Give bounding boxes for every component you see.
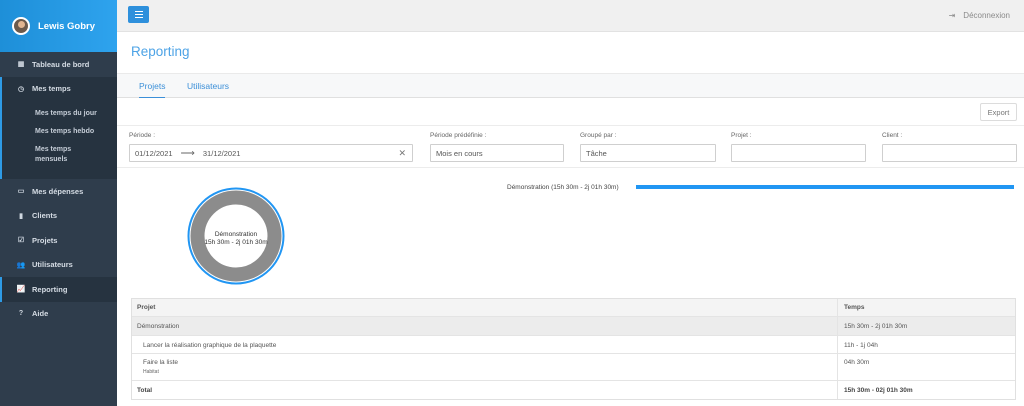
logout-link[interactable]: ⇥ Déconnexion xyxy=(949,11,1010,20)
task-name: Faire la liste xyxy=(143,359,179,366)
predef-select[interactable]: Mois en cours xyxy=(430,144,564,162)
money-icon: ▭ xyxy=(17,188,25,196)
export-button[interactable]: Export xyxy=(980,103,1017,121)
sidebar-item-projets[interactable]: ☑ Projets xyxy=(0,228,117,253)
logout-label: Déconnexion xyxy=(963,11,1010,20)
sidebar-item-clients[interactable]: ▮ Clients xyxy=(0,204,117,229)
pie-slice-name: Démonstration xyxy=(214,231,258,238)
sidebar-item-label: Mes dépenses xyxy=(32,186,84,196)
report-table: Projet Temps Démonstration 15h 30m - 2j … xyxy=(131,298,1016,400)
projet-label: Projet : xyxy=(731,132,752,139)
predef-value: Mois en cours xyxy=(436,148,483,158)
sidebar-item-label: Aide xyxy=(32,309,49,319)
sidebar-item-depenses[interactable]: ▭ Mes dépenses xyxy=(0,179,117,204)
task-time: 04h 30m xyxy=(844,359,870,366)
projet-select[interactable] xyxy=(731,144,866,162)
sidebar-item-dashboard[interactable]: ▦ Tableau de bord xyxy=(0,52,117,77)
group-select[interactable]: Tâche xyxy=(580,144,716,162)
table-row-total: Total 15h 30m - 02j 01h 30m xyxy=(132,381,1015,399)
client-label: Client : xyxy=(882,132,903,139)
client-select[interactable] xyxy=(882,144,1017,162)
group-name: Démonstration xyxy=(132,316,838,336)
pie-slice-label: Démonstration 15h 30m - 2j 01h 30m xyxy=(187,231,285,247)
divider xyxy=(117,125,1024,126)
topbar: ⇥ Déconnexion xyxy=(117,0,1024,32)
task-name: Lancer la réalisation graphique de la pl… xyxy=(132,336,838,354)
sidebar-item-reporting[interactable]: 📈 Reporting xyxy=(0,277,117,302)
question-icon: ? xyxy=(18,310,24,318)
submenu-item-mensuels[interactable]: Mes temps mensuels xyxy=(0,145,100,165)
sidebar-item-label: Projets xyxy=(32,235,58,245)
table-row[interactable]: Lancer la réalisation graphique de la pl… xyxy=(132,336,1015,354)
hamburger-icon xyxy=(134,11,143,13)
sidebar-item-label: Tableau de bord xyxy=(32,59,90,69)
predef-label: Période prédéfinie : xyxy=(430,132,487,139)
mes-temps-submenu: Mes temps du jour Mes temps hebdo Mes te… xyxy=(0,101,117,179)
checklist-icon: ☑ xyxy=(17,237,25,245)
menu-toggle-button[interactable] xyxy=(128,6,149,23)
avatar xyxy=(12,17,30,35)
total-label: Total xyxy=(132,381,838,399)
tabs: Projets Utilisateurs xyxy=(117,74,1024,99)
hamburger-line xyxy=(134,13,143,16)
user-name: Lewis Gobry xyxy=(38,20,96,32)
clock-icon: ◷ xyxy=(17,85,25,93)
tab-utilisateurs[interactable]: Utilisateurs xyxy=(187,81,229,91)
bar-demonstration[interactable] xyxy=(636,185,1014,189)
sidebar-item-label: Mes temps xyxy=(32,84,71,94)
periode-label: Période : xyxy=(129,132,156,139)
arrow-right-icon: ⟶ xyxy=(180,147,195,159)
sidebar-item-mes-temps[interactable]: ◷ Mes temps xyxy=(0,76,117,101)
table-header: Projet Temps xyxy=(132,298,1015,317)
chart-icon: 📈 xyxy=(16,286,26,294)
tab-projets[interactable]: Projets xyxy=(139,81,166,99)
bar-label: Démonstration (15h 30m - 2j 01h 30m) xyxy=(507,184,619,191)
sidebar-item-label: Reporting xyxy=(32,284,68,294)
report-panel: Export Période : 01/12/2021 ⟶ 31/12/2021… xyxy=(117,98,1024,406)
task-tag: Habitat xyxy=(143,369,159,375)
pie-slice-value: 15h 30m - 2j 01h 30m xyxy=(204,239,268,246)
page-title: Reporting xyxy=(131,44,190,59)
header-projet[interactable]: Projet xyxy=(132,298,838,317)
periode-end: 31/12/2021 xyxy=(202,148,241,158)
table-row[interactable]: Faire la liste Habitat 04h 30m xyxy=(132,354,1015,381)
divider xyxy=(117,167,1024,168)
task-cell: Faire la liste Habitat xyxy=(132,354,838,381)
building-icon: ▮ xyxy=(19,212,23,220)
task-time: 11h - 1j 04h xyxy=(844,341,878,349)
sign-out-icon: ⇥ xyxy=(948,11,956,20)
clear-icon[interactable]: ✕ xyxy=(398,148,406,159)
sidebar-item-aide[interactable]: ? Aide xyxy=(0,302,117,327)
hamburger-line xyxy=(134,16,143,18)
group-value: Tâche xyxy=(586,148,607,158)
group-time: 15h 30m - 2j 01h 30m xyxy=(844,322,908,330)
dashboard-icon: ▦ xyxy=(17,61,25,69)
periode-range-input[interactable]: 01/12/2021 ⟶ 31/12/2021 ✕ xyxy=(129,144,413,162)
group-label: Groupé par : xyxy=(580,132,617,139)
page-header: Reporting xyxy=(117,32,1024,74)
sidebar-item-utilisateurs[interactable]: 👥 Utilisateurs xyxy=(0,253,117,278)
total-time: 15h 30m - 02j 01h 30m xyxy=(844,386,913,394)
sidebar-item-label: Clients xyxy=(32,211,58,221)
periode-start: 01/12/2021 xyxy=(135,148,173,158)
submenu-item-hebdo[interactable]: Mes temps hebdo xyxy=(0,127,100,137)
sidebar: Lewis Gobry ▦ Tableau de bord ◷ Mes temp… xyxy=(0,0,117,406)
submenu-item-jour[interactable]: Mes temps du jour xyxy=(0,109,100,119)
table-row-group[interactable]: Démonstration 15h 30m - 2j 01h 30m xyxy=(132,316,1015,336)
sidebar-item-label: Utilisateurs xyxy=(32,260,73,270)
user-profile[interactable]: Lewis Gobry xyxy=(0,0,117,52)
header-temps[interactable]: Temps xyxy=(838,299,1015,317)
users-icon: 👥 xyxy=(16,261,26,269)
